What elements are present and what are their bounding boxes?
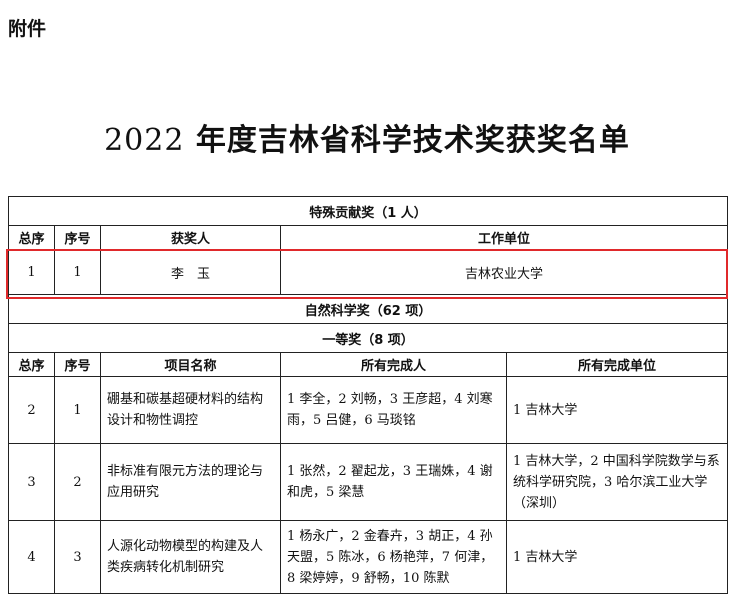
- header-seq: 序号: [54, 352, 101, 377]
- title-year: 2022: [104, 123, 185, 158]
- cell-awardee: 李 玉: [100, 249, 281, 295]
- table-row: 3 2 非标准有限元方法的理论与应用研究 1 张然，2 翟起龙，3 王瑞姝，4 …: [8, 443, 729, 521]
- header-work-unit: 工作单位: [279, 225, 729, 250]
- header-people: 所有完成人: [280, 352, 507, 377]
- title-text: 年度吉林省科学技术奖获奖名单: [184, 123, 630, 158]
- header-total: 总序: [8, 225, 55, 250]
- table-row: 1 1 李 玉 吉林农业大学: [8, 249, 729, 295]
- header-total: 总序: [8, 352, 55, 377]
- table-row: 4 3 人源化动物模型的构建及人类疾病转化机制研究 1 杨永广，2 金春卉，3 …: [8, 520, 729, 594]
- cell-project: 硼基和碳基超硬材料的结构设计和物性调控: [100, 376, 281, 444]
- cell-people: 1 李全，2 刘畅，3 王彦超，4 刘寒雨，5 吕健，6 马琰铭: [280, 376, 507, 444]
- header-project: 项目名称: [100, 352, 281, 377]
- cell-seq: 3: [54, 520, 101, 594]
- cell-work-unit: 吉林农业大学: [279, 249, 729, 295]
- cell-seq: 1: [54, 249, 101, 295]
- cell-project: 人源化动物模型的构建及人类疾病转化机制研究: [100, 520, 281, 594]
- header-units: 所有完成单位: [505, 352, 729, 377]
- special-award-section: 特殊贡献奖（1 人）: [7, 196, 729, 226]
- cell-total: 2: [8, 376, 55, 444]
- cell-people: 1 张然，2 翟起龙，3 王瑞姝，4 谢和虎，5 梁慧: [280, 443, 507, 521]
- first-prize-section: 一等奖（8 项）: [7, 323, 729, 353]
- cell-seq: 2: [54, 443, 101, 521]
- cell-units: 1 吉林大学: [505, 520, 729, 594]
- cell-total: 4: [8, 520, 55, 594]
- header-awardee: 获奖人: [100, 225, 281, 250]
- natural-science-section: 自然科学奖（62 项）: [7, 294, 729, 324]
- cell-total: 1: [8, 249, 55, 295]
- cell-people: 1 杨永广，2 金春卉，3 胡正，4 孙天盟，5 陈冰，6 杨艳萍，7 何津，8…: [280, 520, 507, 594]
- document-title: 2022 年度吉林省科学技术奖获奖名单: [0, 115, 734, 159]
- cell-seq: 1: [54, 376, 101, 444]
- header-seq: 序号: [54, 225, 101, 250]
- cell-units: 1 吉林大学: [505, 376, 729, 444]
- cell-total: 3: [8, 443, 55, 521]
- table-row: 2 1 硼基和碳基超硬材料的结构设计和物性调控 1 李全，2 刘畅，3 王彦超，…: [8, 376, 729, 444]
- award-table: 特殊贡献奖（1 人） 总序 序号 获奖人 工作单位 1 1 李 玉 吉林农业大学…: [7, 196, 729, 594]
- cell-project: 非标准有限元方法的理论与应用研究: [100, 443, 281, 521]
- cell-units: 1 吉林大学，2 中国科学院数学与系统科学研究院，3 哈尔滨工业大学（深圳）: [505, 443, 729, 521]
- attachment-label: 附件: [8, 18, 47, 40]
